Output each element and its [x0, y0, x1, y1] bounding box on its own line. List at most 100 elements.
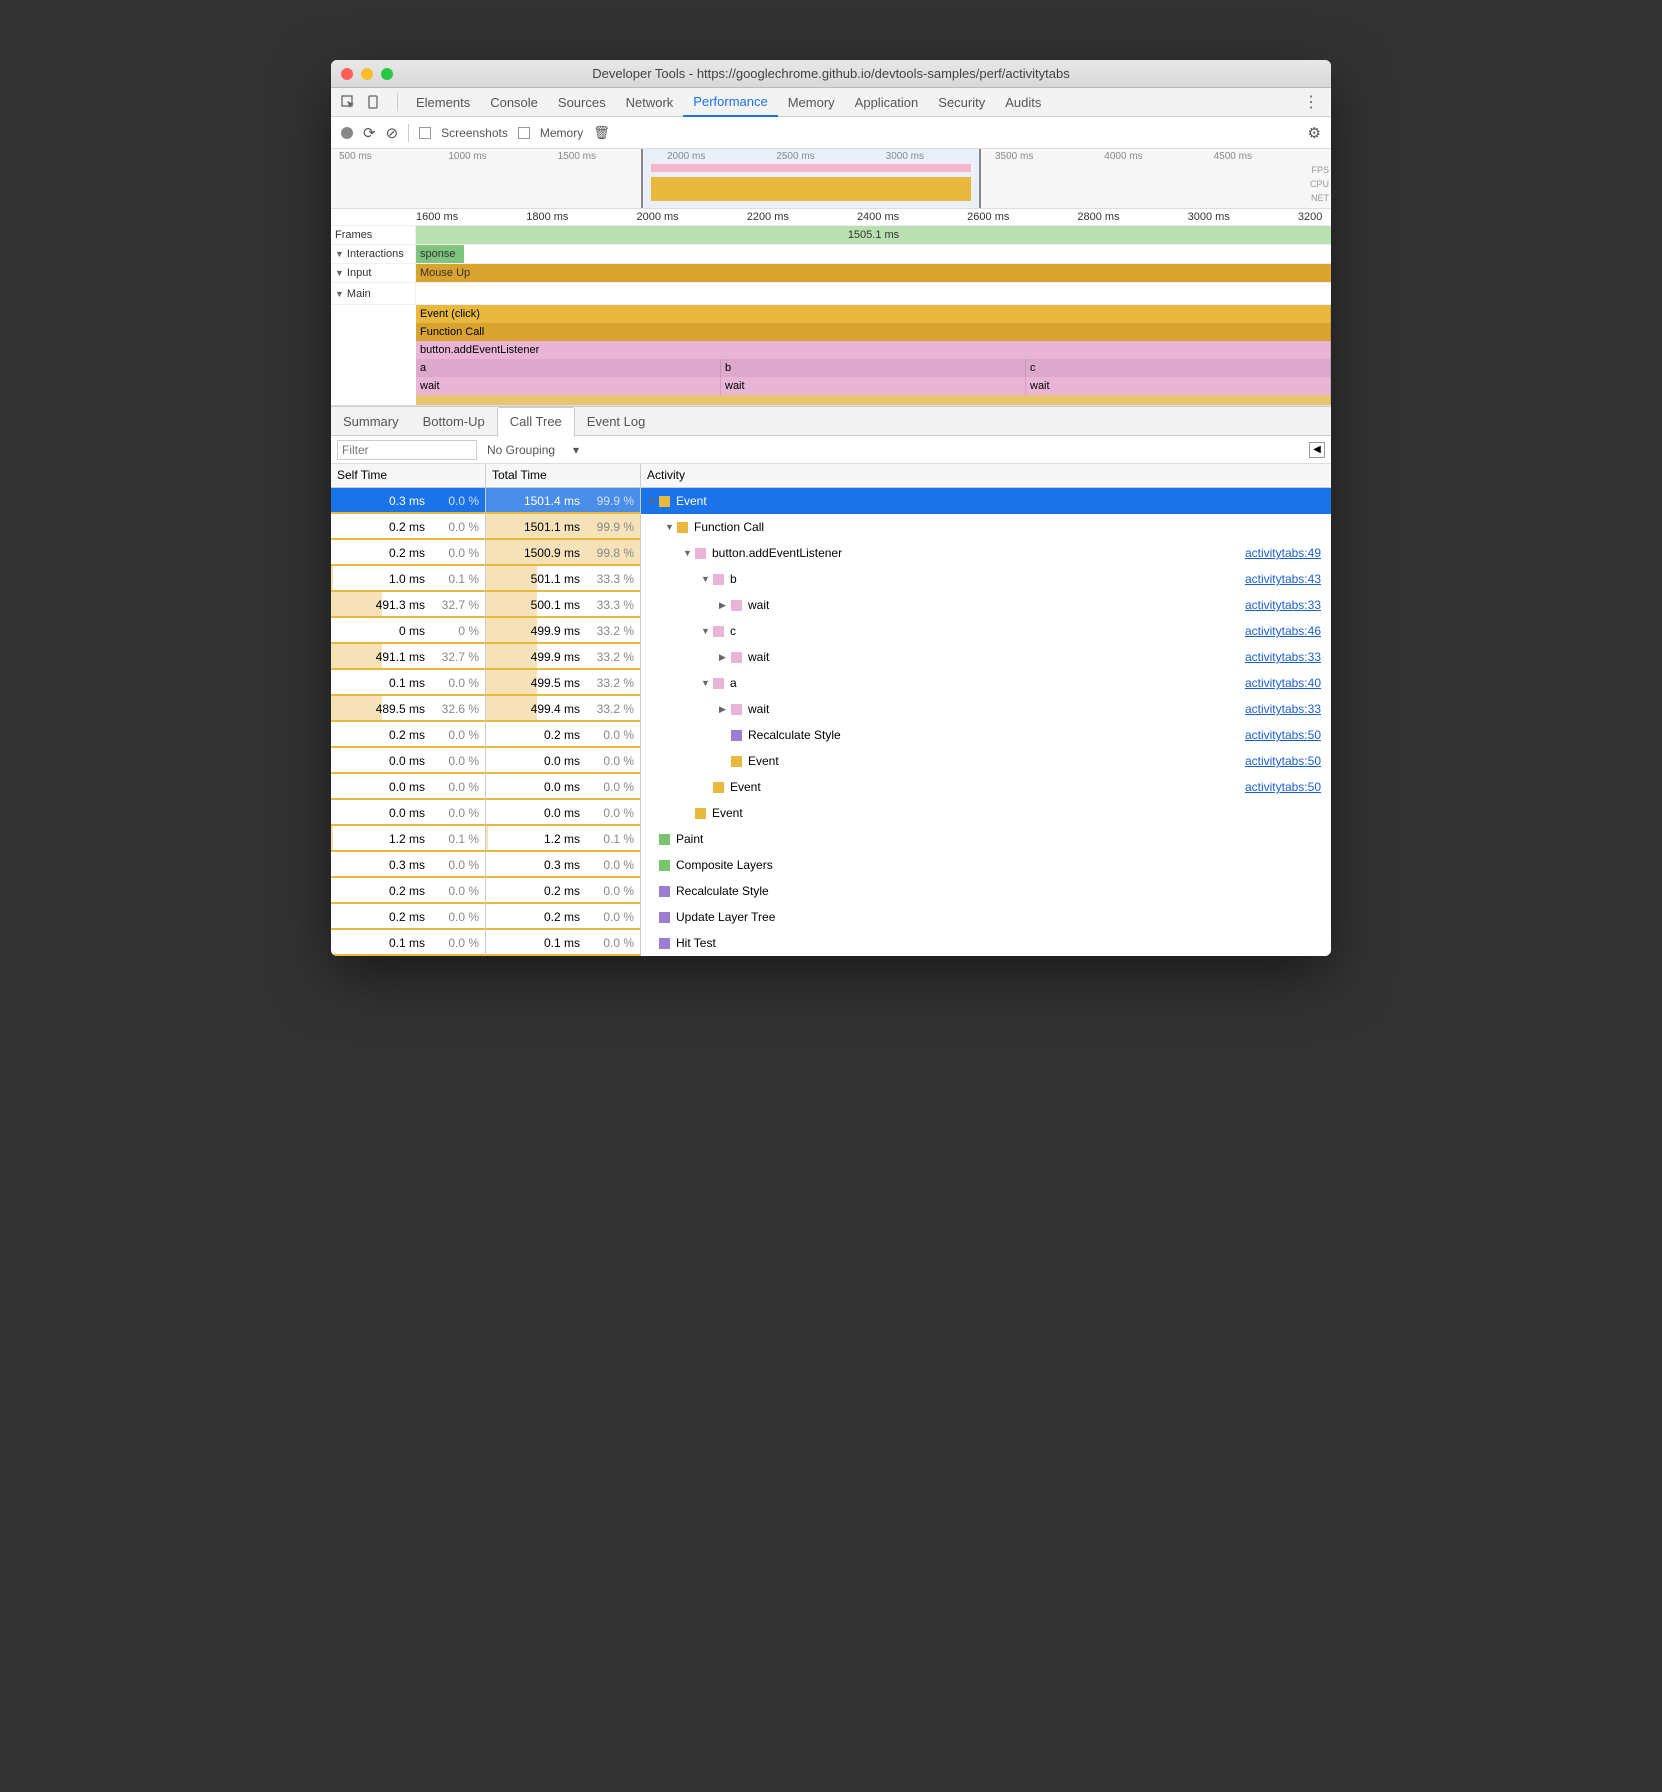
flame-a[interactable]: a: [416, 359, 721, 377]
flame-listener[interactable]: button.addEventListener: [416, 341, 1331, 359]
col-total-time[interactable]: Total Time: [486, 464, 641, 487]
tab-performance[interactable]: Performance: [683, 88, 777, 117]
flame-wait-a[interactable]: wait: [416, 377, 721, 395]
tab-sources[interactable]: Sources: [548, 88, 616, 117]
trash-icon[interactable]: 🗑: [593, 125, 610, 141]
tab-memory[interactable]: Memory: [778, 88, 845, 117]
cell-self-time: 0.2 ms0.0 %: [331, 722, 486, 748]
col-activity[interactable]: Activity: [641, 464, 1331, 487]
close-icon[interactable]: [341, 68, 353, 80]
cell-activity: Event activitytabs:50: [641, 780, 1331, 794]
filter-input[interactable]: [337, 440, 477, 460]
call-tree-row[interactable]: 0.3 ms0.0 %1501.4 ms99.9 %▼Event: [331, 488, 1331, 514]
source-link[interactable]: activitytabs:33: [1245, 598, 1321, 612]
clear-icon[interactable]: ⊘: [386, 124, 399, 142]
call-tree-row[interactable]: 0.2 ms0.0 %0.2 ms0.0 %Recalculate Style: [331, 878, 1331, 904]
inspect-icon[interactable]: [337, 91, 359, 113]
tab-audits[interactable]: Audits: [995, 88, 1051, 117]
activity-color-icon: [659, 886, 670, 897]
flame-chart[interactable]: 1600 ms1800 ms2000 ms2200 ms2400 ms2600 …: [331, 209, 1331, 406]
call-tree-row[interactable]: 0.0 ms0.0 %0.0 ms0.0 %Eventactivitytabs:…: [331, 748, 1331, 774]
source-link[interactable]: activitytabs:40: [1245, 676, 1321, 690]
cell-total-time: 0.0 ms0.0 %: [486, 774, 641, 800]
source-link[interactable]: activitytabs:50: [1245, 728, 1321, 742]
flame-function-call[interactable]: Function Call: [416, 323, 1331, 341]
record-button[interactable]: [341, 127, 353, 139]
cell-activity: Update Layer Tree: [641, 910, 1331, 924]
grouping-select[interactable]: No Grouping▾: [487, 443, 579, 457]
call-tree-row[interactable]: 0 ms0 %499.9 ms33.2 %▼cactivitytabs:46: [331, 618, 1331, 644]
tab-console[interactable]: Console: [480, 88, 548, 117]
source-link[interactable]: activitytabs:46: [1245, 624, 1321, 638]
cell-self-time: 0 ms0 %: [331, 618, 486, 644]
tab-call-tree[interactable]: Call Tree: [497, 407, 575, 437]
source-link[interactable]: activitytabs:43: [1245, 572, 1321, 586]
cell-total-time: 501.1 ms33.3 %: [486, 566, 641, 592]
gear-icon[interactable]: ⚙: [1308, 124, 1321, 142]
cell-activity: ▼button.addEventListeneractivitytabs:49: [641, 546, 1331, 560]
window-controls: [341, 68, 393, 80]
flame-c[interactable]: c: [1026, 359, 1331, 377]
call-tree-row[interactable]: 0.0 ms0.0 %0.0 ms0.0 %Event: [331, 800, 1331, 826]
panel-toggle-icon[interactable]: ◀: [1309, 442, 1325, 458]
call-tree-row[interactable]: 0.2 ms0.0 %1501.1 ms99.9 %▼Function Call: [331, 514, 1331, 540]
call-tree-row[interactable]: 0.2 ms0.0 %0.2 ms0.0 %Recalculate Stylea…: [331, 722, 1331, 748]
tree-arrow-icon[interactable]: ▶: [719, 704, 731, 715]
activity-name: Event: [676, 494, 707, 508]
device-icon[interactable]: [363, 91, 385, 113]
activity-color-icon: [731, 652, 742, 663]
call-tree-row[interactable]: 491.1 ms32.7 %499.9 ms33.2 %▶waitactivit…: [331, 644, 1331, 670]
call-tree-row[interactable]: 0.0 ms0.0 %0.0 ms0.0 %Eventactivitytabs:…: [331, 774, 1331, 800]
cell-self-time: 0.1 ms0.0 %: [331, 930, 486, 956]
flame-wait-b[interactable]: wait: [721, 377, 1026, 395]
cell-self-time: 0.3 ms0.0 %: [331, 852, 486, 878]
call-tree-row[interactable]: 1.2 ms0.1 %1.2 ms0.1 %Paint: [331, 826, 1331, 852]
main-track: ▼Main: [331, 283, 1331, 305]
cell-total-time: 1.2 ms0.1 %: [486, 826, 641, 852]
source-link[interactable]: activitytabs:33: [1245, 702, 1321, 716]
call-tree-row[interactable]: 0.2 ms0.0 %0.2 ms0.0 %Update Layer Tree: [331, 904, 1331, 930]
memory-checkbox[interactable]: [518, 127, 530, 139]
tab-bottom-up[interactable]: Bottom-Up: [411, 406, 497, 436]
flame-event[interactable]: Event (click): [416, 305, 1331, 323]
screenshots-checkbox[interactable]: [419, 127, 431, 139]
call-tree-row[interactable]: 489.5 ms32.6 %499.4 ms33.2 %▶waitactivit…: [331, 696, 1331, 722]
activity-name: Event: [730, 780, 761, 794]
tab-network[interactable]: Network: [616, 88, 684, 117]
source-link[interactable]: activitytabs:49: [1245, 546, 1321, 560]
flame-b[interactable]: b: [721, 359, 1026, 377]
tree-arrow-icon[interactable]: ▼: [701, 574, 713, 584]
overview-chart[interactable]: 500 ms1000 ms1500 ms2000 ms2500 ms3000 m…: [331, 149, 1331, 209]
call-tree-row[interactable]: 0.2 ms0.0 %1500.9 ms99.8 %▼button.addEve…: [331, 540, 1331, 566]
tab-elements[interactable]: Elements: [406, 88, 480, 117]
cell-activity: Composite Layers: [641, 858, 1331, 872]
source-link[interactable]: activitytabs:50: [1245, 754, 1321, 768]
call-tree-row[interactable]: 0.3 ms0.0 %0.3 ms0.0 %Composite Layers: [331, 852, 1331, 878]
source-link[interactable]: activitytabs:33: [1245, 650, 1321, 664]
minimize-icon[interactable]: [361, 68, 373, 80]
reload-icon[interactable]: ⟳: [363, 124, 376, 142]
tree-arrow-icon[interactable]: ▼: [701, 626, 713, 636]
cell-activity: ▶waitactivitytabs:33: [641, 702, 1331, 716]
more-icon[interactable]: ⋮: [1297, 92, 1325, 112]
source-link[interactable]: activitytabs:50: [1245, 780, 1321, 794]
call-tree-row[interactable]: 0.1 ms0.0 %0.1 ms0.0 %Hit Test: [331, 930, 1331, 956]
activity-color-icon: [695, 548, 706, 559]
tab-event-log[interactable]: Event Log: [575, 406, 658, 436]
flame-wait-c[interactable]: wait: [1026, 377, 1331, 395]
zoom-icon[interactable]: [381, 68, 393, 80]
col-self-time[interactable]: Self Time: [331, 464, 486, 487]
tree-arrow-icon[interactable]: ▼: [665, 522, 677, 532]
tree-arrow-icon[interactable]: ▼: [701, 678, 713, 688]
tab-summary[interactable]: Summary: [331, 406, 411, 436]
window-title: Developer Tools - https://googlechrome.g…: [341, 66, 1321, 81]
tab-security[interactable]: Security: [928, 88, 995, 117]
tree-arrow-icon[interactable]: ▼: [683, 548, 695, 558]
tree-arrow-icon[interactable]: ▶: [719, 652, 731, 663]
call-tree-row[interactable]: 1.0 ms0.1 %501.1 ms33.3 %▼bactivitytabs:…: [331, 566, 1331, 592]
call-tree-row[interactable]: 491.3 ms32.7 %500.1 ms33.3 %▶waitactivit…: [331, 592, 1331, 618]
tree-arrow-icon[interactable]: ▼: [647, 496, 659, 506]
tab-application[interactable]: Application: [845, 88, 929, 117]
tree-arrow-icon[interactable]: ▶: [719, 600, 731, 611]
call-tree-row[interactable]: 0.1 ms0.0 %499.5 ms33.2 %▼aactivitytabs:…: [331, 670, 1331, 696]
